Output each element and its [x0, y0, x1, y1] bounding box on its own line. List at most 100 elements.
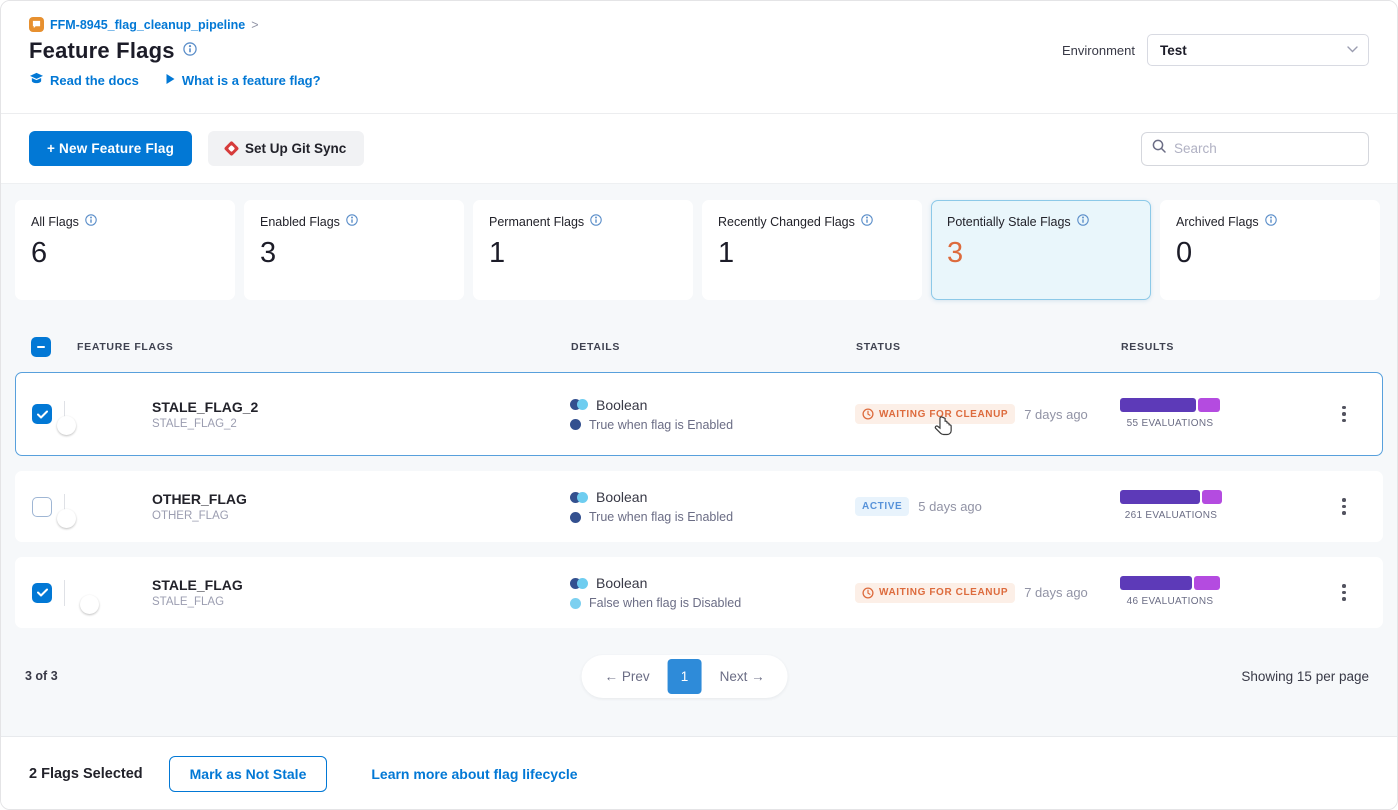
- stats-row: All Flags 6 Enabled Flags 3 Permanent Fl…: [15, 200, 1383, 300]
- stat-label: Potentially Stale Flags: [947, 215, 1071, 229]
- stat-value: 1: [489, 237, 677, 270]
- what-is-flag-label: What is a feature flag?: [182, 73, 321, 88]
- chevron-down-icon: [1347, 44, 1358, 56]
- evaluations-chart: 46 EVALUATIONS: [1120, 576, 1220, 607]
- table-row-stale-flag[interactable]: STALE_FLAG STALE_FLAG Boolean False when…: [15, 557, 1383, 628]
- status-label: WAITING FOR CLEANUP: [879, 587, 1008, 598]
- evaluations-chart: 55 EVALUATIONS: [1120, 398, 1220, 429]
- variation-dot: [570, 512, 581, 523]
- status-badge[interactable]: ACTIVE: [855, 497, 909, 516]
- flag-name[interactable]: STALE_FLAG: [152, 577, 570, 593]
- boolean-icon: [570, 399, 588, 410]
- mark-not-stale-button[interactable]: Mark as Not Stale: [169, 756, 328, 792]
- feature-flags-page: FFM-8945_flag_cleanup_pipeline > Feature…: [0, 0, 1398, 810]
- stat-label: Archived Flags: [1176, 215, 1259, 229]
- breadcrumb-project[interactable]: FFM-8945_flag_cleanup_pipeline: [50, 18, 245, 32]
- stat-value: 3: [260, 237, 448, 270]
- flag-variation: True when flag is Enabled: [589, 510, 733, 524]
- flag-id: STALE_FLAG: [152, 596, 570, 608]
- prev-page-button[interactable]: ← Prev: [587, 661, 668, 692]
- stat-card-enabled-flags[interactable]: Enabled Flags 3: [244, 200, 464, 300]
- selection-footer: 2 Flags Selected Mark as Not Stale Learn…: [1, 736, 1397, 810]
- info-icon[interactable]: [590, 214, 602, 229]
- read-docs-link[interactable]: Read the docs: [29, 72, 139, 88]
- boolean-icon: [570, 578, 588, 589]
- row-checkbox[interactable]: [32, 497, 52, 517]
- info-icon[interactable]: [1077, 214, 1089, 229]
- environment-label: Environment: [1062, 43, 1135, 58]
- table-header: FEATURE FLAGS DETAILS STATUS RESULTS: [15, 330, 1383, 364]
- stat-value: 6: [31, 237, 219, 270]
- flag-variation: True when flag is Enabled: [589, 418, 733, 432]
- status-label: ACTIVE: [862, 501, 902, 512]
- row-menu-button[interactable]: [1330, 579, 1358, 607]
- status-badge[interactable]: WAITING FOR CLEANUP: [855, 404, 1015, 424]
- row-menu-button[interactable]: [1330, 493, 1358, 521]
- info-icon[interactable]: [85, 214, 97, 229]
- what-is-flag-link[interactable]: What is a feature flag?: [165, 73, 321, 88]
- flag-name[interactable]: OTHER_FLAG: [152, 491, 570, 507]
- play-icon: [165, 73, 176, 88]
- column-header-results: RESULTS: [1121, 341, 1321, 353]
- new-feature-flag-button[interactable]: + New Feature Flag: [29, 131, 192, 166]
- flag-id: STALE_FLAG_2: [152, 418, 570, 430]
- evaluations-chart: 261 EVALUATIONS: [1120, 490, 1222, 521]
- stat-card-permanent-flags[interactable]: Permanent Flags 1: [473, 200, 693, 300]
- row-menu-button[interactable]: [1330, 400, 1358, 428]
- clock-icon: [862, 408, 874, 420]
- flag-variation: False when flag is Disabled: [589, 596, 741, 610]
- git-sync-label: Set Up Git Sync: [245, 141, 346, 156]
- evaluations-label: 261 EVALUATIONS: [1120, 510, 1222, 521]
- next-page-button[interactable]: Next →: [702, 661, 783, 692]
- project-icon: [29, 17, 44, 32]
- toolbar: + New Feature Flag Set Up Git Sync: [1, 114, 1397, 184]
- stat-card-archived-flags[interactable]: Archived Flags 0: [1160, 200, 1380, 300]
- divider: [64, 580, 65, 606]
- info-icon[interactable]: [1265, 214, 1277, 229]
- stat-value: 0: [1176, 237, 1364, 270]
- column-header-feature-flags: FEATURE FLAGS: [77, 341, 571, 353]
- table-row-other-flag[interactable]: OTHER_FLAG OTHER_FLAG Boolean True when …: [15, 471, 1383, 542]
- docs-icon: [29, 72, 44, 88]
- info-icon[interactable]: [346, 214, 358, 229]
- page-header: FFM-8945_flag_cleanup_pipeline > Feature…: [1, 1, 1397, 114]
- environment-value: Test: [1160, 43, 1187, 58]
- search-box[interactable]: [1141, 132, 1369, 166]
- evaluations-label: 55 EVALUATIONS: [1120, 418, 1220, 429]
- per-page-label: Showing 15 per page: [1241, 669, 1369, 684]
- pagination: 3 of 3 ← Prev 1 Next → Showing 15 per pa…: [15, 654, 1383, 698]
- stat-card-recently-changed-flags[interactable]: Recently Changed Flags 1: [702, 200, 922, 300]
- breadcrumb-separator: >: [251, 18, 258, 32]
- row-checkbox[interactable]: [32, 404, 52, 424]
- stat-value: 1: [718, 237, 906, 270]
- table-row-stale-flag-2[interactable]: STALE_FLAG_2 STALE_FLAG_2 Boolean True w…: [15, 372, 1383, 456]
- pager: ← Prev 1 Next →: [582, 655, 788, 698]
- environment-select[interactable]: Test: [1147, 34, 1369, 66]
- variation-dot: [570, 419, 581, 430]
- flag-type: Boolean: [596, 575, 647, 591]
- clock-icon: [862, 587, 874, 599]
- stat-label: Recently Changed Flags: [718, 215, 855, 229]
- setup-git-sync-button[interactable]: Set Up Git Sync: [208, 131, 364, 166]
- variation-dot: [570, 598, 581, 609]
- search-icon: [1152, 139, 1166, 158]
- stat-label: Enabled Flags: [260, 215, 340, 229]
- flag-lifecycle-link[interactable]: Learn more about flag lifecycle: [371, 766, 577, 782]
- stat-card-potentially-stale-flags[interactable]: Potentially Stale Flags 3: [931, 200, 1151, 300]
- row-checkbox[interactable]: [32, 583, 52, 603]
- flag-type: Boolean: [596, 489, 647, 505]
- stat-label: All Flags: [31, 215, 79, 229]
- content-area: All Flags 6 Enabled Flags 3 Permanent Fl…: [1, 184, 1397, 736]
- page-1-button[interactable]: 1: [668, 659, 702, 694]
- stat-card-all-flags[interactable]: All Flags 6: [15, 200, 235, 300]
- evaluations-label: 46 EVALUATIONS: [1120, 596, 1220, 607]
- title-info-icon[interactable]: [183, 42, 197, 61]
- info-icon[interactable]: [861, 214, 873, 229]
- status-badge[interactable]: WAITING FOR CLEANUP: [855, 583, 1015, 603]
- select-all-checkbox[interactable]: [31, 337, 51, 357]
- status-age: 7 days ago: [1024, 407, 1088, 422]
- row-count: 3 of 3: [25, 669, 58, 683]
- search-input[interactable]: [1174, 141, 1358, 156]
- flag-name[interactable]: STALE_FLAG_2: [152, 399, 570, 415]
- breadcrumb[interactable]: FFM-8945_flag_cleanup_pipeline >: [29, 17, 1369, 32]
